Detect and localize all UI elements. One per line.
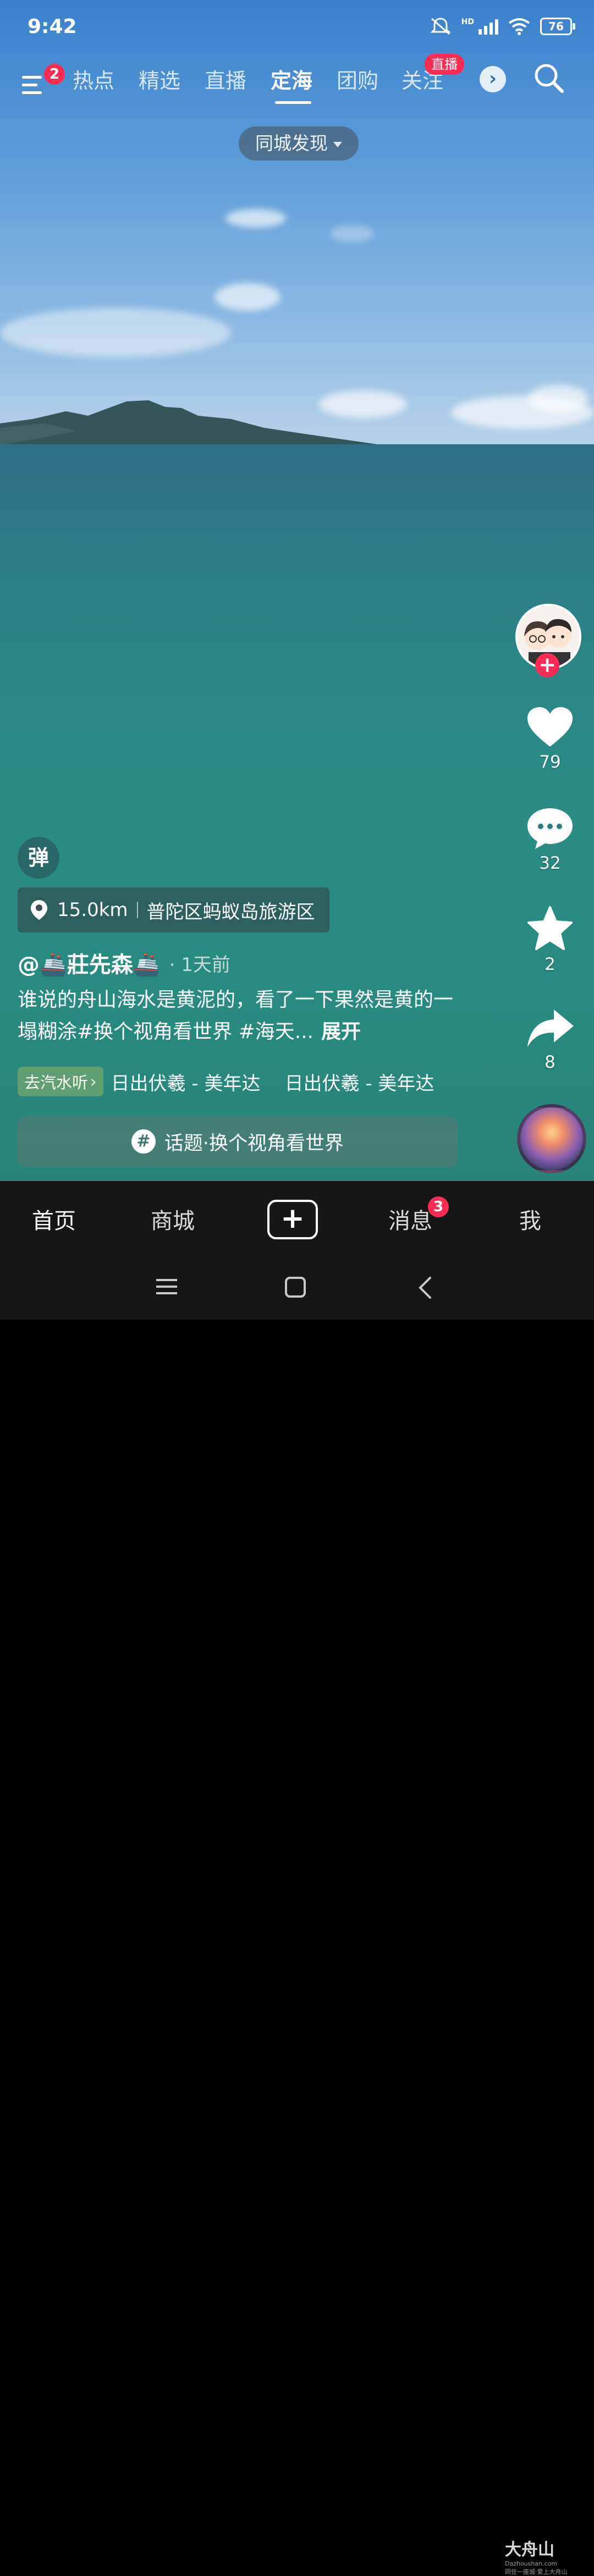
nav-messages[interactable]: 消息 (388, 1203, 432, 1235)
cloud (330, 225, 374, 242)
author-line: @🚢莊先森🚢 · 1天前 (18, 947, 230, 979)
status-icons: HD 76 (430, 16, 575, 36)
messages-badge: 3 (428, 1196, 449, 1217)
home-square-icon[interactable] (284, 1276, 308, 1300)
favorite-button[interactable]: 2 (512, 906, 588, 974)
watermark-brand: 大舟山 (505, 2540, 554, 2560)
silent-bell-icon (430, 18, 451, 35)
danmaku-toggle[interactable]: 弹 (18, 837, 59, 879)
star-icon (527, 906, 573, 950)
caption-text: 谁说的舟山海水是黄泥的，看了一下果然是黄的一塌糊涂#换个视角看世界 #海天... (18, 989, 454, 1043)
comment-count: 32 (539, 853, 561, 873)
menu-badge: 2 (44, 64, 65, 85)
hd-badge: HD (461, 18, 474, 26)
chevron-right-icon: › (90, 1072, 97, 1091)
watermark-domain: Dazhoushan.com (505, 2560, 558, 2567)
cloud (226, 209, 286, 228)
wifi-icon (508, 18, 530, 35)
topic-label: 话题·换个视角看世界 (164, 1132, 344, 1155)
like-button[interactable]: 79 (512, 706, 588, 772)
system-nav-bar: 大舟山 Dazhoushan.com 同住一座城·爱上大舟山 (0, 1259, 594, 2575)
post-caption[interactable]: 谁说的舟山海水是黄泥的，看了一下果然是黄的一塌糊涂#换个视角看世界 #海天...… (18, 984, 458, 1048)
location-pin-icon (31, 900, 47, 920)
music-title-marquee: 日出伏羲 - 美年达 (284, 1072, 435, 1095)
location-tag[interactable]: 15.0km 普陀区蚂蚁岛旅游区 (18, 887, 329, 933)
watermark-slogan: 同住一座城·爱上大舟山 (505, 2568, 568, 2575)
search-button[interactable] (532, 62, 568, 97)
location-place: 普陀区蚂蚁岛旅游区 (146, 901, 315, 923)
city-discovery-label: 同城发现 (255, 133, 328, 154)
favorite-count: 2 (544, 955, 556, 974)
tab-group-buy[interactable]: 团购 (337, 64, 378, 94)
follow-button[interactable]: + (535, 653, 559, 677)
plus-icon: + (280, 1202, 305, 1235)
music-disc[interactable] (517, 1104, 586, 1173)
like-count: 79 (539, 752, 561, 772)
active-tab-indicator (275, 101, 311, 104)
create-button[interactable]: + (267, 1200, 318, 1239)
comment-button[interactable]: 32 (512, 806, 588, 873)
author-name[interactable]: @🚢莊先森🚢 (18, 947, 161, 979)
topic-bar[interactable]: # 话题·换个视角看世界 (18, 1116, 458, 1167)
nav-home[interactable]: 首页 (32, 1203, 76, 1235)
nav-mall[interactable]: 商城 (151, 1203, 195, 1235)
music-title[interactable]: 日出伏羲 - 美年达 (111, 1068, 261, 1095)
signal-icon (479, 18, 498, 35)
video-screen[interactable]: 9:42 HD 76 2 热点 精选 直播 定海 团购 关注 直播 › 同城发现… (0, 0, 594, 2575)
qishui-chip-label: 去汽水听 (24, 1073, 89, 1092)
music-row: 去汽水听 › 日出伏羲 - 美年达 日出伏羲 - 美年达 (18, 1067, 434, 1096)
menu-button[interactable]: 2 (19, 64, 65, 99)
tab-live[interactable]: 直播 (205, 64, 246, 94)
comment-icon (527, 808, 573, 849)
share-button[interactable]: 8 (512, 1007, 588, 1072)
hashtag-icon: # (131, 1129, 156, 1154)
location-divider (136, 902, 138, 918)
status-bar: 9:42 HD 76 (0, 0, 594, 53)
recents-menu-icon[interactable] (155, 1276, 179, 1298)
nav-me[interactable]: 我 (519, 1203, 541, 1235)
chevron-right-icon: › (488, 68, 497, 90)
status-time: 9:42 (28, 15, 77, 38)
cloud (215, 283, 280, 311)
city-discovery-button[interactable]: 同城发现 (239, 126, 359, 161)
post-time: · 1天前 (169, 953, 230, 976)
heart-icon (527, 707, 573, 747)
tab-dinghai[interactable]: 定海 (271, 64, 312, 94)
more-tabs-button[interactable]: › (480, 66, 506, 92)
share-arrow-icon (527, 1010, 574, 1047)
caret-down-icon (333, 142, 342, 147)
bottom-nav: 首页 商城 + 消息 3 我 (0, 1181, 594, 1259)
open-in-qishui-chip[interactable]: 去汽水听 › (18, 1067, 103, 1096)
battery-indicator: 76 (540, 18, 575, 35)
location-distance: 15.0km (57, 899, 128, 921)
top-nav: 2 热点 精选 直播 定海 团购 关注 直播 › (0, 54, 594, 112)
share-count: 8 (544, 1052, 556, 1072)
watermark: 大舟山 Dazhoushan.com 同住一座城·爱上大舟山 (505, 2536, 593, 2576)
search-icon (535, 64, 564, 93)
back-icon[interactable] (415, 1276, 437, 1300)
plus-icon: + (538, 653, 556, 677)
expand-link[interactable]: 展开 (321, 1021, 361, 1043)
cloud (0, 308, 231, 357)
tab-hot[interactable]: 热点 (73, 64, 114, 94)
live-badge: 直播 (425, 54, 464, 75)
tab-featured[interactable]: 精选 (139, 64, 180, 94)
